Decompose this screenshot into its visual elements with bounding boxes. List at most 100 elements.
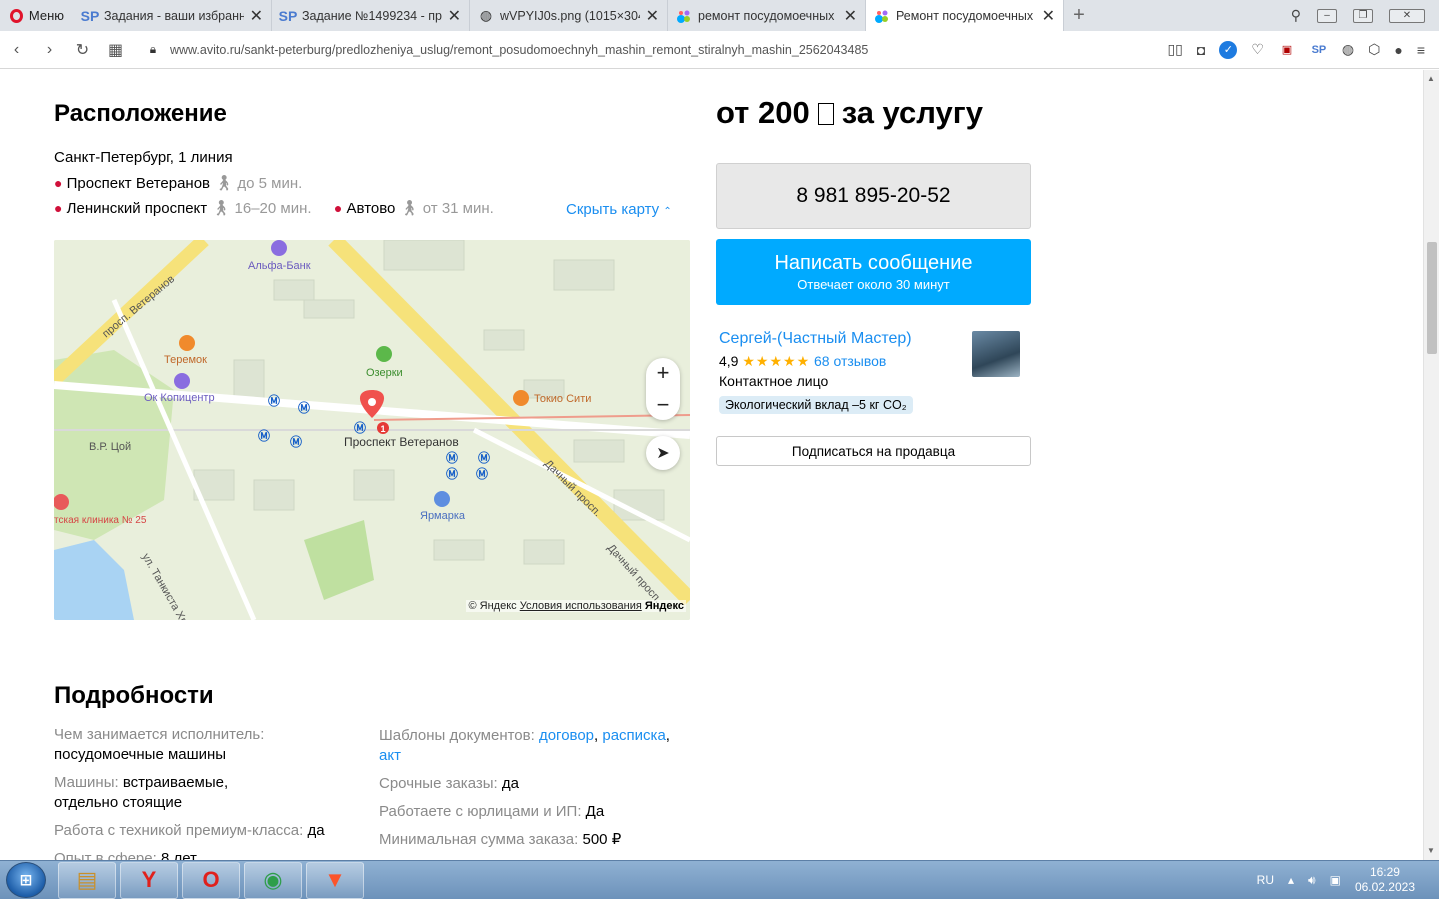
heart-icon[interactable]: ♡ (1251, 41, 1264, 58)
close-window-button[interactable]: ✕ (1389, 8, 1425, 23)
detail-row: Опыт в сфере: 8 лет (54, 849, 364, 860)
tab-4[interactable]: ремонт посудомоечных ма ✕ (668, 0, 866, 31)
walk-icon: 🚶︎ (214, 175, 234, 192)
map-attribution: © Яндекс Условия использования Яндекс (466, 600, 686, 612)
detail-row: Работаете с юрлицами и ИП: Да (379, 802, 699, 822)
location-title: Расположение (54, 100, 227, 127)
close-tab-icon[interactable]: ✕ (1042, 6, 1055, 26)
volume-icon[interactable]: 🔊︎ (1308, 873, 1316, 888)
svg-text:Ⓜ: Ⓜ (476, 466, 488, 481)
reload-icon[interactable]: ↻ (66, 40, 99, 60)
reviews-link[interactable]: 68 отзывов (814, 353, 886, 369)
seller-name-link[interactable]: Сергей-(Частный Мастер) (719, 330, 912, 348)
page-content: Расположение Санкт-Петербург, 1 линия ● … (0, 70, 1423, 860)
station-name: Автово (346, 200, 396, 217)
network-icon[interactable]: ▣ (1330, 873, 1341, 887)
lock-icon[interactable]: 🔒︎ (142, 42, 164, 57)
details-right: Шаблоны документов: договор, расписка, а… (379, 726, 699, 858)
detail-label: Минимальная сумма заказа: (379, 831, 579, 848)
new-tab-button[interactable]: + (1064, 0, 1094, 31)
doc-link-receipt[interactable]: расписка (602, 727, 665, 744)
close-tab-icon[interactable]: ✕ (646, 6, 659, 26)
yandex-taskbar-icon[interactable]: Y (120, 861, 178, 899)
clock-time: 16:29 (1369, 865, 1400, 879)
map-canvas[interactable]: Ⓜ ⓂⓂ ⓂⓂⓂ ⓂⓂ Ⓜ 1 Альфа-Банк Теремок Озерки … (54, 240, 690, 620)
close-tab-icon[interactable]: ✕ (844, 6, 857, 26)
detail-label: Срочные заказы: (379, 775, 498, 792)
reader-icon[interactable]: ▯▯ (1167, 41, 1182, 58)
scroll-thumb[interactable] (1427, 242, 1437, 354)
profile-icon[interactable]: ● (1394, 42, 1402, 58)
menu-icon[interactable]: ≡ (1417, 42, 1425, 58)
eco-badge[interactable]: Экологический вклад –5 кг CO₂ (719, 396, 913, 414)
start-button[interactable]: ⊞ (6, 862, 46, 898)
close-tab-icon[interactable]: ✕ (448, 6, 461, 26)
detail-label: Работа с техникой премиум-класса: (54, 822, 304, 839)
show-phone-button[interactable]: 8 981 895-20-52 (716, 163, 1031, 229)
seller-avatar[interactable] (972, 331, 1020, 377)
detail-value: 8 лет (160, 850, 197, 860)
zoom-in-button[interactable]: + (657, 360, 670, 386)
rating-stars-icon: ★★★★★ (742, 353, 811, 369)
scroll-up-icon[interactable]: ▲ (1427, 74, 1435, 83)
sp-extension-icon[interactable]: SP (1310, 41, 1328, 59)
metro-line-1: ● Проспект Ветеранов 🚶︎ до 5 мин. (54, 174, 302, 192)
location-map[interactable]: Ⓜ Ⓜ Ⓜ Ⓜ Ⓜ Ⓜ Ⓜ Ⓜ Ⓜ 1 Альфа-Банк Теремок Озерки … (54, 240, 690, 620)
response-time: Отвечает около 30 минут (797, 277, 950, 292)
back-icon[interactable]: ‹ (0, 41, 33, 59)
tab-5-active[interactable]: Ремонт посудомоечных м ✕ (866, 0, 1064, 31)
close-tab-icon[interactable]: ✕ (250, 6, 263, 26)
tab-3[interactable]: ◍ wVPYIJ0s.png (1015×304) ✕ (470, 0, 668, 31)
brave-taskbar-icon[interactable]: ▼ (306, 861, 364, 899)
avito-favicon-icon (676, 8, 692, 24)
tab-2[interactable]: SP Задание №1499234 - просм ✕ (272, 0, 470, 31)
tab-grid-icon[interactable]: ▦ (99, 40, 132, 60)
station-name: Ленинский проспект (66, 200, 208, 217)
hide-map-link[interactable]: Скрыть карту ⌃ (566, 201, 672, 218)
detail-value: да (307, 822, 325, 839)
search-tabs-icon[interactable]: ⚲ (1291, 7, 1301, 24)
map-terms-link[interactable]: Условия использования (520, 600, 642, 612)
cube-icon[interactable]: ⬡ (1368, 41, 1380, 58)
detail-label: Шаблоны документов: (379, 727, 535, 744)
svg-text:1: 1 (380, 424, 385, 434)
subscribe-label: Подписаться на продавца (791, 443, 956, 459)
rating-value: 4,9 (719, 353, 739, 369)
tab-1[interactable]: SP Задания - ваши избранные ✕ (74, 0, 272, 31)
doc-link-act[interactable]: акт (379, 747, 401, 764)
opera-icon (10, 8, 23, 23)
opera-taskbar-icon[interactable]: O (182, 861, 240, 899)
tab-title: ремонт посудомоечных ма (698, 8, 838, 23)
forward-icon[interactable]: › (33, 41, 66, 59)
contact-type: Контактное лицо (719, 373, 829, 389)
tab-bar: Меню SP Задания - ваши избранные ✕ SP За… (0, 0, 1439, 31)
extension-badge-icon[interactable]: ▣ (1278, 41, 1296, 59)
geolocation-button[interactable]: ➤ (646, 436, 680, 470)
sp-favicon-icon: SP (278, 7, 298, 24)
metro-dot-icon: ● (333, 200, 343, 216)
opera-menu-button[interactable]: Меню (0, 0, 74, 31)
globe-icon[interactable]: ◍ (1342, 41, 1354, 58)
yandex-logo[interactable]: Яндекс (645, 600, 684, 612)
subscribe-seller-button[interactable]: Подписаться на продавца (716, 436, 1031, 466)
url-field[interactable]: www.avito.ru/sankt-peterburg/predlozheni… (170, 43, 868, 57)
svg-text:Ⓜ: Ⓜ (446, 450, 458, 465)
zoom-control: + − (646, 358, 680, 420)
tray-expand-icon[interactable]: ▴ (1288, 873, 1294, 887)
minimize-button[interactable]: – (1317, 8, 1337, 23)
tab-title: Задание №1499234 - просм (302, 8, 442, 23)
language-indicator[interactable]: RU (1257, 873, 1274, 887)
zoom-out-button[interactable]: − (657, 392, 670, 418)
detail-value: Да (585, 803, 605, 820)
clock[interactable]: 16:29 06.02.2023 (1355, 865, 1415, 895)
maximize-button[interactable]: ❐ (1353, 8, 1373, 23)
scroll-down-icon[interactable]: ▼ (1427, 846, 1435, 855)
chrome-taskbar-icon[interactable]: ◉ (244, 861, 302, 899)
tab-title: wVPYIJ0s.png (1015×304) (500, 8, 640, 23)
explorer-taskbar-icon[interactable]: ▤ (58, 861, 116, 899)
doc-link-contract[interactable]: договор (539, 727, 594, 744)
shield-icon[interactable]: ✓ (1219, 40, 1238, 59)
snapshot-icon[interactable]: ◘ (1197, 42, 1205, 58)
write-message-button[interactable]: Написать сообщение Отвечает около 30 мин… (716, 239, 1031, 305)
page-scrollbar[interactable]: ▲ ▼ (1423, 70, 1439, 860)
